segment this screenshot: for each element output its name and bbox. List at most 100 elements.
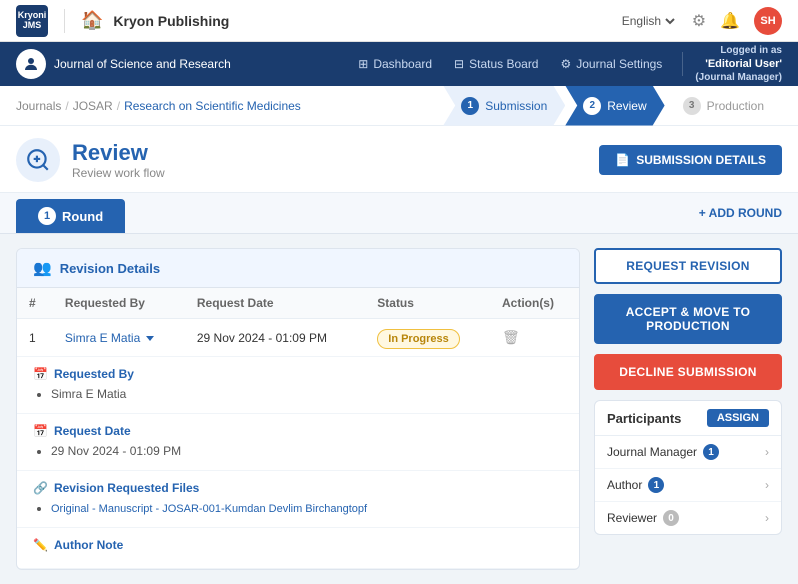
chevron-right-icon-2: › (765, 478, 769, 492)
participants-title: Participants (607, 411, 681, 426)
nav-divider (64, 9, 65, 33)
assign-button[interactable]: ASSIGN (707, 409, 769, 427)
language-selector[interactable]: English (618, 13, 678, 29)
app-logo: Kryoni JMS (16, 5, 48, 37)
round-badge: 1 (38, 207, 56, 225)
journal-manager-label: Journal Manager 1 (607, 444, 719, 460)
reviewer-label: Reviewer 0 (607, 510, 679, 526)
main-content: 👥 Revision Details # Requested By Reques… (0, 234, 798, 584)
secondary-nav: Journal of Science and Research ⊞ Dashbo… (0, 42, 798, 86)
author-label: Author 1 (607, 477, 664, 493)
round-tab[interactable]: 1 Round (16, 199, 125, 233)
participants-panel: Participants ASSIGN Journal Manager 1 › … (594, 400, 782, 535)
request-date-title: 📅 Request Date (33, 424, 563, 438)
journal-settings-link[interactable]: ⚙ Journal Settings (552, 53, 670, 75)
breadcrumb-journals[interactable]: Journals (16, 99, 61, 113)
status-badge: In Progress (377, 329, 460, 349)
table-header-row: # Requested By Request Date Status Actio… (17, 288, 579, 319)
link-icon: 🔗 (33, 481, 48, 495)
row-request-date: 29 Nov 2024 - 01:09 PM (185, 319, 365, 357)
sec-nav-links: ⊞ Dashboard ⊟ Status Board ⚙ Journal Set… (350, 44, 782, 84)
author-count: 1 (648, 477, 664, 493)
calendar-icon-1: 📅 (33, 367, 48, 381)
col-actions: Action(s) (490, 288, 579, 319)
chevron-right-icon-3: › (765, 511, 769, 525)
request-revision-button[interactable]: REQUEST REVISION (594, 248, 782, 284)
journal-avatar (16, 49, 46, 79)
author-note-section: ✏️ Author Note (17, 528, 579, 569)
logged-in-info: Logged in as 'Editorial User' (Journal M… (695, 44, 782, 84)
pencil-icon: ✏️ (33, 538, 48, 552)
breadcrumb-josar[interactable]: JOSAR (73, 99, 113, 113)
journal-name: Journal of Science and Research (54, 57, 231, 71)
delete-icon[interactable]: 🗑 (502, 329, 520, 345)
app-name: Kryon Publishing (113, 13, 229, 29)
doc-icon: 📄 (615, 153, 630, 167)
top-nav-right: English ⚙ 🔔 SH (618, 7, 782, 35)
revision-files-section: 🔗 Revision Requested Files Original - Ma… (17, 471, 579, 528)
participant-reviewer[interactable]: Reviewer 0 › (595, 502, 781, 534)
participant-author[interactable]: Author 1 › (595, 469, 781, 502)
workflow-bar: Journals / JOSAR / Research on Scientifi… (0, 86, 798, 126)
calendar-icon-2: 📅 (33, 424, 48, 438)
workflow-steps: 1 Submission 2 Review 3 Production (443, 86, 782, 126)
right-panel: REQUEST REVISION ACCEPT & MOVE TO PRODUC… (594, 248, 782, 570)
col-num: # (17, 288, 53, 319)
status-board-link[interactable]: ⊟ Status Board (446, 53, 546, 75)
status-board-icon: ⊟ (454, 57, 464, 71)
breadcrumb-sep-2: / (117, 99, 120, 113)
review-title-text: Review Review work flow (72, 140, 165, 180)
breadcrumb-active[interactable]: Research on Scientific Medicines (124, 99, 301, 113)
participants-header: Participants ASSIGN (595, 401, 781, 436)
row-actions: 🗑 (490, 319, 579, 357)
notifications-icon-btn[interactable]: 🔔 (720, 11, 740, 31)
request-date-section: 📅 Request Date 29 Nov 2024 - 01:09 PM (17, 414, 579, 471)
settings-icon-btn[interactable]: ⚙ (692, 11, 706, 31)
table-row: 1 Simra E Matia 29 Nov 2024 - 01:09 PM I… (17, 319, 579, 357)
dashboard-icon: ⊞ (358, 57, 368, 71)
review-header: Review Review work flow 📄 SUBMISSION DET… (0, 126, 798, 193)
row-num: 1 (17, 319, 53, 357)
top-nav: Kryoni JMS 🏠 Kryon Publishing English ⚙ … (0, 0, 798, 42)
reviewer-count: 0 (663, 510, 679, 526)
revision-file-item: Original - Manuscript - JOSAR-001-Kumdan… (51, 501, 563, 515)
user-avatar[interactable]: SH (754, 7, 782, 35)
submission-details-button[interactable]: 📄 SUBMISSION DETAILS (599, 145, 782, 175)
dashboard-link[interactable]: ⊞ Dashboard (350, 53, 440, 75)
add-round-button[interactable]: + ADD ROUND (699, 206, 782, 220)
decline-submission-button[interactable]: DECLINE SUBMISSION (594, 354, 782, 390)
chevron-right-icon-1: › (765, 445, 769, 459)
journal-settings-icon: ⚙ (560, 57, 571, 71)
journal-info: Journal of Science and Research (16, 49, 231, 79)
step-review[interactable]: 2 Review (565, 86, 664, 126)
review-workflow-icon (16, 138, 60, 182)
row-requested-by: Simra E Matia (53, 319, 185, 357)
revision-details-header: 👥 Revision Details (17, 249, 579, 288)
dropdown-chevron (146, 336, 154, 341)
requested-by-link[interactable]: Simra E Matia (65, 331, 140, 345)
accept-move-to-production-button[interactable]: ACCEPT & MOVE TO PRODUCTION (594, 294, 782, 344)
left-panel: 👥 Revision Details # Requested By Reques… (16, 248, 580, 570)
home-icon: 🏠 (81, 10, 103, 31)
step-submission[interactable]: 1 Submission (443, 86, 565, 126)
file-link[interactable]: Original - Manuscript - JOSAR-001-Kumdan… (51, 503, 367, 515)
request-date-item: 29 Nov 2024 - 01:09 PM (51, 444, 563, 458)
review-title-area: Review Review work flow (16, 138, 165, 182)
nav-divider-2 (682, 52, 683, 76)
journal-manager-count: 1 (703, 444, 719, 460)
people-icon: 👥 (33, 259, 52, 277)
requested-by-item: Simra E Matia (51, 387, 563, 401)
participant-journal-manager[interactable]: Journal Manager 1 › (595, 436, 781, 469)
revision-files-title: 🔗 Revision Requested Files (33, 481, 563, 495)
col-request-date: Request Date (185, 288, 365, 319)
requested-by-title: 📅 Requested By (33, 367, 563, 381)
col-status: Status (365, 288, 490, 319)
round-bar: 1 Round + ADD ROUND (0, 193, 798, 234)
step-production[interactable]: 3 Production (665, 86, 782, 126)
logo-area: Kryoni JMS (16, 5, 48, 37)
row-status: In Progress (365, 319, 490, 357)
col-requested-by: Requested By (53, 288, 185, 319)
breadcrumb-sep-1: / (65, 99, 68, 113)
requested-by-section: 📅 Requested By Simra E Matia (17, 357, 579, 414)
author-note-title: ✏️ Author Note (33, 538, 563, 552)
